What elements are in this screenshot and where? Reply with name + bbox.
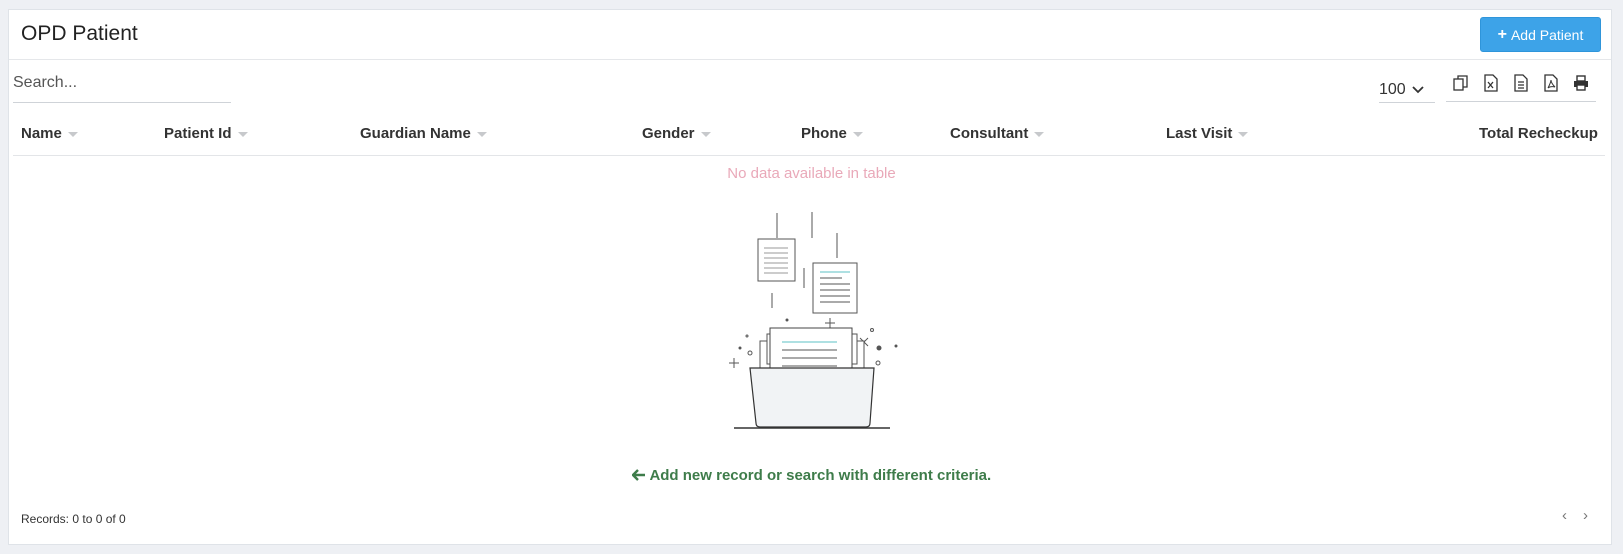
column-header-consultant[interactable]: Consultant xyxy=(950,125,1045,142)
previous-page-icon[interactable]: ‹ xyxy=(1562,507,1567,524)
page-title: OPD Patient xyxy=(21,22,138,45)
chevron-down-icon xyxy=(1412,83,1424,97)
column-header-guardian-name[interactable]: Guardian Name xyxy=(360,125,487,142)
column-label: Name xyxy=(21,125,62,142)
sort-icon xyxy=(1238,131,1249,137)
column-label: Total Recheckup xyxy=(1479,125,1598,142)
column-header-phone[interactable]: Phone xyxy=(801,125,863,142)
sort-icon xyxy=(476,131,487,137)
records-info: Records: 0 to 0 of 0 xyxy=(21,512,126,526)
column-header-name[interactable]: Name xyxy=(21,125,78,142)
column-label: Last Visit xyxy=(1166,125,1233,142)
empty-hint-text: Add new record or search with different … xyxy=(649,467,992,484)
search-input[interactable] xyxy=(13,68,231,98)
empty-table-message: No data available in table xyxy=(727,165,896,182)
pdf-icon[interactable] xyxy=(1541,73,1561,93)
add-patient-label: Add Patient xyxy=(1510,26,1584,43)
column-label: Consultant xyxy=(950,125,1029,142)
csv-icon[interactable] xyxy=(1511,73,1531,93)
sort-icon xyxy=(700,131,711,137)
table-header: Name Patient Id Guardian Name Gender Pho… xyxy=(13,113,1605,156)
column-header-gender[interactable]: Gender xyxy=(642,125,711,142)
sort-icon xyxy=(237,131,248,137)
copy-icon[interactable] xyxy=(1451,73,1471,93)
column-header-total-recheckup[interactable]: Total Recheckup xyxy=(1479,125,1598,142)
arrow-left-icon xyxy=(631,467,650,484)
search-field xyxy=(13,68,231,103)
column-header-last-visit[interactable]: Last Visit xyxy=(1166,125,1249,142)
column-label: Patient Id xyxy=(164,125,232,142)
pagination: ‹ › xyxy=(1562,507,1588,524)
sort-icon xyxy=(1034,131,1045,137)
plus-icon: + xyxy=(1497,25,1507,43)
add-patient-button[interactable]: + Add Patient xyxy=(1480,17,1601,52)
column-label: Phone xyxy=(801,125,847,142)
next-page-icon[interactable]: › xyxy=(1583,507,1588,524)
panel-header: OPD Patient + Add Patient xyxy=(9,10,1611,60)
page-length-select[interactable]: 100 xyxy=(1379,78,1435,103)
column-label: Guardian Name xyxy=(360,125,471,142)
column-label: Gender xyxy=(642,125,695,142)
column-header-patient-id[interactable]: Patient Id xyxy=(164,125,248,142)
page-length-value: 100 xyxy=(1379,81,1406,98)
excel-icon[interactable] xyxy=(1481,73,1501,93)
empty-folder-illustration xyxy=(712,208,912,443)
sort-icon xyxy=(852,131,863,137)
empty-hint: Add new record or search with different … xyxy=(0,467,1623,484)
sort-icon xyxy=(67,131,78,137)
export-toolbar xyxy=(1446,73,1596,102)
print-icon[interactable] xyxy=(1571,73,1591,93)
